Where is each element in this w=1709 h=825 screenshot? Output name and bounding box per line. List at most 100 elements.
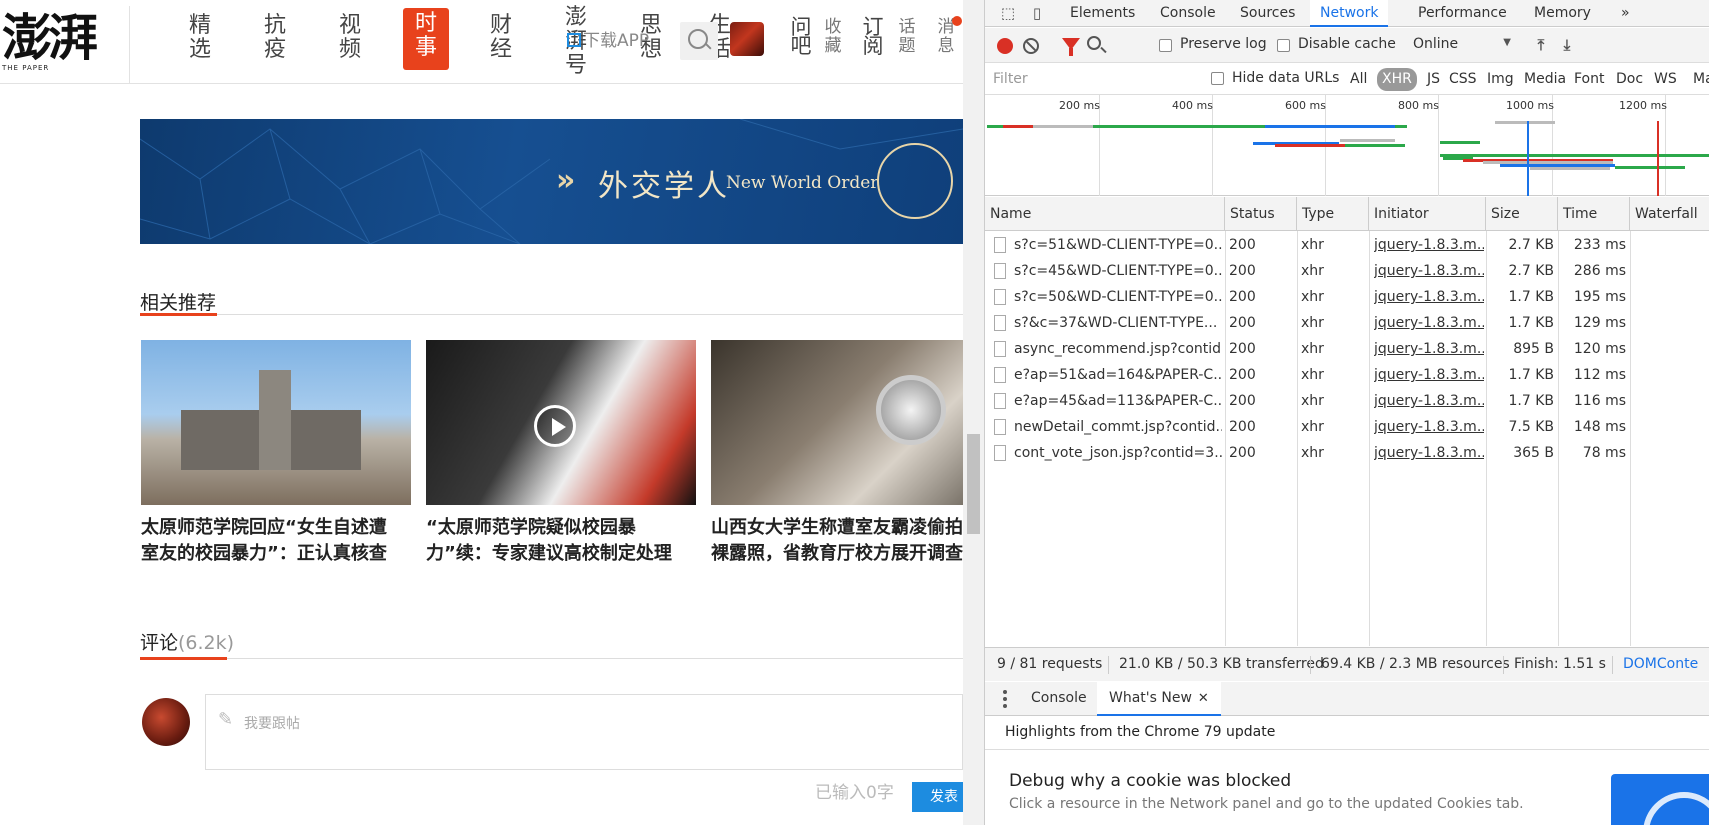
ad-banner[interactable]: » 外交学人 New World Order <box>140 119 963 244</box>
request-initiator[interactable]: jquery-1.8.3.m... <box>1374 310 1484 336</box>
filter-type-media[interactable]: Media <box>1521 68 1569 91</box>
nav-item-video[interactable]: 视频 <box>336 14 364 62</box>
related-card-title[interactable]: 山西女大学生称遭室友霸凌偷拍裸露照，省教育厅校方展开调查 <box>711 515 963 567</box>
request-name[interactable]: cont_vote_json.jsp?contid=3... <box>1014 440 1222 466</box>
network-overview[interactable]: 200 ms 400 ms 600 ms 800 ms 1000 ms 1200… <box>985 95 1709 196</box>
nav-item-jingxuan[interactable]: 精选 <box>186 14 214 62</box>
tab-sources[interactable]: Sources <box>1230 0 1305 27</box>
drawer-menu-icon[interactable] <box>1003 690 1007 708</box>
nav-item-wenba[interactable]: 问吧 <box>790 17 812 57</box>
device-toolbar-icon[interactable]: ▯ <box>1028 4 1046 22</box>
status-domcontent[interactable]: DOMConte <box>1623 648 1698 681</box>
nav-item-shishi[interactable]: 时事 <box>403 8 449 70</box>
disable-cache-checkbox[interactable] <box>1277 39 1290 52</box>
table-row[interactable]: s?c=50&WD-CLIENT-TYPE=0... 200 xhr jquery-1… <box>985 284 1709 310</box>
request-name[interactable]: newDetail_commt.jsp?contid... <box>1014 414 1222 440</box>
request-name[interactable]: s?c=45&WD-CLIENT-TYPE=0... <box>1014 258 1222 284</box>
file-icon <box>994 445 1006 461</box>
filter-type-ws[interactable]: WS <box>1651 68 1680 91</box>
related-card-image[interactable] <box>426 340 696 505</box>
request-initiator[interactable]: jquery-1.8.3.m... <box>1374 336 1484 362</box>
related-card-image[interactable] <box>711 340 963 505</box>
request-initiator[interactable]: jquery-1.8.3.m... <box>1374 388 1484 414</box>
search-icon[interactable] <box>680 22 718 60</box>
page-scrollbar-thumb[interactable] <box>967 434 980 534</box>
related-card-title[interactable]: “太原师范学院疑似校园暴力”续：专家建议高校制定处理规定 <box>426 515 688 567</box>
whats-new-item-title[interactable]: Debug why a cookie was blocked <box>1009 771 1291 791</box>
nav-item-topics[interactable]: 话题 <box>896 18 918 56</box>
nav-item-caijing[interactable]: 财经 <box>487 14 515 62</box>
col-name[interactable]: Name <box>985 197 1225 231</box>
request-name[interactable]: e?ap=45&ad=113&PAPER-C... <box>1014 388 1222 414</box>
tab-memory[interactable]: Memory <box>1524 0 1601 27</box>
request-initiator[interactable]: jquery-1.8.3.m... <box>1374 440 1484 466</box>
col-type[interactable]: Type <box>1297 197 1369 231</box>
tab-console[interactable]: Console <box>1150 0 1226 27</box>
comment-send-button[interactable]: 发表 <box>912 782 963 812</box>
nav-item-subscribe[interactable]: 订阅 <box>862 17 884 57</box>
request-initiator[interactable]: jquery-1.8.3.m... <box>1374 362 1484 388</box>
filter-type-manifest[interactable]: Ma <box>1690 68 1709 91</box>
request-name[interactable]: s?&c=37&WD-CLIENT-TYPE... <box>1014 310 1222 336</box>
tab-elements[interactable]: Elements <box>1060 0 1145 27</box>
preserve-log-checkbox[interactable] <box>1159 39 1172 52</box>
table-row[interactable]: async_recommend.jsp?contid... 200 xhr jquer… <box>985 336 1709 362</box>
filter-icon[interactable] <box>1062 38 1080 56</box>
drawer-tab-whats-new[interactable]: What's New ✕ <box>1097 682 1221 716</box>
filter-type-all[interactable]: All <box>1347 68 1370 91</box>
filter-type-js[interactable]: JS <box>1424 68 1443 91</box>
app-download-link[interactable]: 下载APP <box>567 26 649 51</box>
clear-icon[interactable] <box>1023 38 1039 54</box>
table-row[interactable]: newDetail_commt.jsp?contid... 200 xhr jquer… <box>985 414 1709 440</box>
site-logo[interactable]: 澎湃 THE PAPER <box>0 6 130 84</box>
tab-network[interactable]: Network <box>1310 0 1389 27</box>
table-row[interactable]: e?ap=51&ad=164&PAPER-C... 200 xhr jquery-1.… <box>985 362 1709 388</box>
import-har-icon[interactable]: ⤒ <box>1533 36 1549 54</box>
request-initiator[interactable]: jquery-1.8.3.m... <box>1374 284 1484 310</box>
play-icon[interactable] <box>534 405 576 447</box>
close-icon[interactable]: ✕ <box>1198 691 1209 706</box>
request-name[interactable]: s?c=51&WD-CLIENT-TYPE=0... <box>1014 232 1222 258</box>
hide-data-urls-checkbox[interactable] <box>1211 72 1224 85</box>
inspect-element-icon[interactable]: ⬚ <box>999 4 1017 22</box>
record-icon[interactable] <box>997 38 1013 54</box>
col-waterfall[interactable]: Waterfall <box>1630 197 1709 231</box>
more-tabs-icon[interactable]: » <box>1611 0 1640 27</box>
comment-input[interactable]: ✎ 我要跟帖 <box>205 694 963 770</box>
related-card[interactable]: 太原师范学院回应“女生自述遭室友的校园暴力”：正认真核查 <box>141 340 411 567</box>
col-time[interactable]: Time <box>1558 197 1630 231</box>
nav-item-kangyi[interactable]: 抗疫 <box>261 14 289 62</box>
filter-type-xhr[interactable]: XHR <box>1377 68 1417 91</box>
export-har-icon[interactable]: ⤓ <box>1559 36 1575 54</box>
related-card[interactable]: “太原师范学院疑似校园暴力”续：专家建议高校制定处理规定 <box>426 340 696 567</box>
drawer-tab-console[interactable]: Console <box>1019 682 1099 716</box>
request-name[interactable]: async_recommend.jsp?contid... <box>1014 336 1222 362</box>
request-name[interactable]: s?c=50&WD-CLIENT-TYPE=0... <box>1014 284 1222 310</box>
request-initiator[interactable]: jquery-1.8.3.m... <box>1374 258 1484 284</box>
request-name[interactable]: e?ap=51&ad=164&PAPER-C... <box>1014 362 1222 388</box>
filter-input[interactable] <box>989 68 1179 90</box>
related-card[interactable]: 山西女大学生称遭室友霸凌偷拍裸露照，省教育厅校方展开调查 <box>711 340 963 567</box>
user-avatar[interactable] <box>730 22 764 56</box>
page-scrollbar[interactable] <box>963 0 984 825</box>
col-initiator[interactable]: Initiator <box>1369 197 1486 231</box>
request-initiator[interactable]: jquery-1.8.3.m... <box>1374 232 1484 258</box>
related-card-title[interactable]: 太原师范学院回应“女生自述遭室友的校园暴力”：正认真核查 <box>141 515 403 567</box>
filter-type-doc[interactable]: Doc <box>1613 68 1646 91</box>
search-icon[interactable] <box>1087 36 1101 50</box>
filter-type-font[interactable]: Font <box>1571 68 1607 91</box>
table-row[interactable]: cont_vote_json.jsp?contid=3... 200 xhr jque… <box>985 440 1709 466</box>
filter-type-img[interactable]: Img <box>1484 68 1517 91</box>
request-initiator[interactable]: jquery-1.8.3.m... <box>1374 414 1484 440</box>
tab-performance[interactable]: Performance <box>1408 0 1517 27</box>
filter-type-css[interactable]: CSS <box>1446 68 1480 91</box>
table-row[interactable]: e?ap=45&ad=113&PAPER-C... 200 xhr jquery-1.… <box>985 388 1709 414</box>
throttling-select[interactable]: Online <box>1413 36 1511 52</box>
col-status[interactable]: Status <box>1225 197 1297 231</box>
table-row[interactable]: s?c=51&WD-CLIENT-TYPE=0... 200 xhr jquery-1… <box>985 232 1709 258</box>
related-card-image[interactable] <box>141 340 411 505</box>
nav-item-favorites[interactable]: 收藏 <box>822 18 844 56</box>
table-row[interactable]: s?c=45&WD-CLIENT-TYPE=0... 200 xhr jquery-1… <box>985 258 1709 284</box>
table-row[interactable]: s?&c=37&WD-CLIENT-TYPE... 200 xhr jquery-1.… <box>985 310 1709 336</box>
col-size[interactable]: Size <box>1486 197 1558 231</box>
